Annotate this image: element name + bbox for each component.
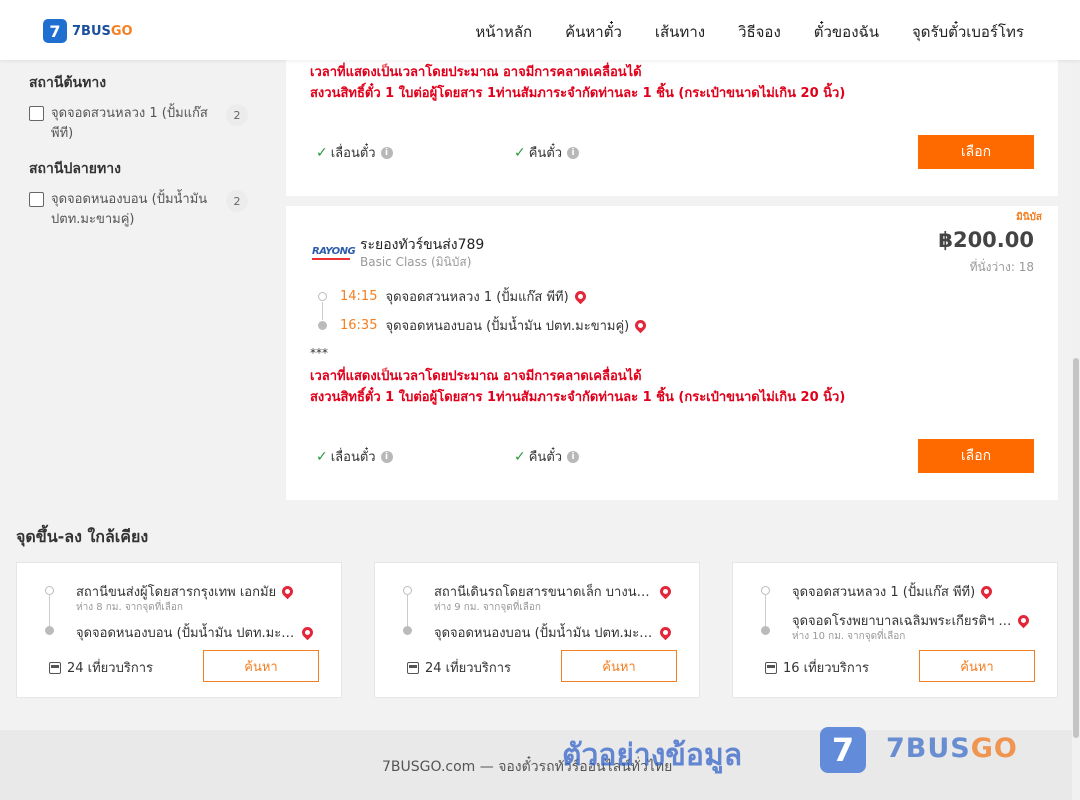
- info-icon[interactable]: i: [567, 450, 580, 463]
- map-pin-icon[interactable]: [1015, 612, 1032, 629]
- map-pin-icon[interactable]: [279, 583, 296, 600]
- route-line: [322, 302, 323, 320]
- check-icon: ✓: [514, 144, 526, 161]
- warning-luggage: สงวนสิทธิ์ตั๋ว 1 ใบต่อผู้โดยสาร 1ท่านสัม…: [310, 86, 846, 101]
- bus-type-tag: มินิบัส: [1016, 212, 1042, 223]
- nearby-distance: ห่าง 8 กม. จากจุดที่เลือก: [76, 602, 183, 613]
- trip-card: เวลาที่แสดงเป็นเวลาโดยประมาณ อาจมีการคลา…: [286, 58, 1058, 196]
- trip-price: ฿200.00: [938, 228, 1034, 252]
- feature-change-ticket: ✓ เลื่อนตั๋ว i: [316, 446, 393, 467]
- dest-filter-option[interactable]: จุดจอดหนองบอน (ปั้มน้ำมัน ปตท.มะขามคู่) …: [29, 190, 259, 230]
- nav-home[interactable]: หน้าหลัก: [475, 20, 532, 44]
- select-trip-button[interactable]: เลือก: [918, 439, 1034, 473]
- site-logo[interactable]: 7 7BUSGO: [43, 19, 133, 43]
- dest-count-badge: 2: [226, 190, 248, 212]
- nearby-trip-count: 24 เที่ยวบริการ: [407, 657, 511, 678]
- select-trip-button[interactable]: เลือก: [918, 135, 1034, 169]
- departure-dot: [318, 292, 327, 301]
- watermark-brand: 7BUSGO: [886, 733, 1018, 764]
- nearby-distance: ห่าง 9 กม. จากจุดที่เลือก: [434, 602, 541, 613]
- check-icon: ✓: [316, 144, 328, 161]
- info-icon[interactable]: i: [567, 146, 580, 159]
- info-icon[interactable]: i: [380, 146, 393, 159]
- nearby-trip-count: 24 เที่ยวบริการ: [49, 657, 153, 678]
- check-icon: ✓: [316, 448, 328, 465]
- arrival-dot: [318, 321, 327, 330]
- nearby-search-button[interactable]: ค้นหา: [919, 650, 1035, 682]
- departure-time: 14:15: [340, 289, 378, 304]
- filter-panel: สถานีต้นทาง จุดจอดสวนหลวง 1 (ปั้มแก๊ส พี…: [29, 60, 259, 230]
- warning-time: เวลาที่แสดงเป็นเวลาโดยประมาณ อาจมีการคลา…: [310, 65, 642, 80]
- map-pin-icon[interactable]: [657, 583, 674, 600]
- departure-stop: 14:15 จุดจอดสวนหลวง 1 (ปั้มแก๊ส พีที): [340, 286, 588, 307]
- nearby-distance: ห่าง 10 กม. จากจุดที่เลือก: [792, 631, 906, 642]
- map-pin-icon[interactable]: [572, 288, 588, 305]
- nearby-search-button[interactable]: ค้นหา: [203, 650, 319, 682]
- nav-search-ticket[interactable]: ค้นหาตั๋ว: [565, 20, 622, 44]
- origin-checkbox[interactable]: [29, 106, 44, 121]
- nearby-from-stop: จุดจอดสวนหลวง 1 (ปั้มแก๊ส พีที): [792, 581, 1042, 602]
- nearby-title: จุดขึ้น-ลง ใกล้เคียง: [16, 527, 149, 546]
- nearby-search-button[interactable]: ค้นหา: [561, 650, 677, 682]
- nearby-to-stop: จุดจอดโรงพยาบาลเฉลิมพระเกียรติฯ (บางนา): [792, 610, 1042, 631]
- origin-filter-option[interactable]: จุดจอดสวนหลวง 1 (ปั้มแก๊ส พีที) 2: [29, 104, 259, 144]
- nearby-trip-count: 16 เที่ยวบริการ: [765, 657, 869, 678]
- to-dot: [45, 626, 54, 635]
- info-icon[interactable]: i: [380, 450, 393, 463]
- nearby-route-card: สถานีเดินรถโดยสารขนาดเล็ก บางนา (ศูนย์กา…: [374, 562, 700, 698]
- watermark-logo-icon: 7: [820, 727, 866, 773]
- top-header: 7 7BUSGO หน้าหลัก ค้นหาตั๋ว เส้นทาง วิธี…: [0, 0, 1080, 60]
- bus-icon: [49, 661, 61, 674]
- nearby-from-stop: สถานีเดินรถโดยสารขนาดเล็ก บางนา (ศูนย์กา…: [434, 581, 684, 602]
- dest-checkbox[interactable]: [29, 192, 44, 207]
- to-dot: [403, 626, 412, 635]
- origin-count-badge: 2: [226, 104, 248, 126]
- nav-routes[interactable]: เส้นทาง: [655, 20, 705, 44]
- logo-text: 7BUSGO: [72, 23, 133, 39]
- map-pin-icon[interactable]: [299, 624, 316, 641]
- scrollbar-thumb[interactable]: [1073, 358, 1079, 738]
- nav-ticket-pickup[interactable]: จุดรับตั๋วเบอร์โทร: [912, 20, 1024, 44]
- origin-filter-title: สถานีต้นทาง: [29, 75, 107, 91]
- watermark-text: ตัวอย่างข้อมูล: [562, 738, 743, 773]
- check-icon: ✓: [514, 448, 526, 465]
- feature-refund-ticket: ✓ คืนตั๋ว i: [514, 446, 580, 467]
- bus-icon: [765, 661, 777, 674]
- warning-luggage: สงวนสิทธิ์ตั๋ว 1 ใบต่อผู้โดยสาร 1ท่านสัม…: [310, 390, 846, 405]
- arrival-time: 16:35: [340, 318, 378, 333]
- operator-logo: RAYONG: [312, 246, 356, 260]
- map-pin-icon[interactable]: [978, 583, 995, 600]
- dest-filter-title: สถานีปลายทาง: [29, 161, 121, 177]
- warning-time: เวลาที่แสดงเป็นเวลาโดยประมาณ อาจมีการคลา…: [310, 369, 642, 384]
- map-pin-icon[interactable]: [632, 317, 649, 334]
- main-nav: หน้าหลัก ค้นหาตั๋ว เส้นทาง วิธีจอง ตั๋วข…: [442, 20, 1024, 44]
- nav-my-tickets[interactable]: ตั๋วของฉัน: [814, 20, 879, 44]
- nearby-route-card: จุดจอดสวนหลวง 1 (ปั้มแก๊ส พีที) จุดจอดโร…: [732, 562, 1058, 698]
- map-pin-icon[interactable]: [657, 624, 674, 641]
- nearby-to-stop: จุดจอดหนองบอน (ปั้มน้ำมัน ปตท.มะขามคู่): [434, 622, 684, 643]
- nearby-route-card: สถานีขนส่งผู้โดยสารกรุงเทพ เอกมัย ห่าง 8…: [16, 562, 342, 698]
- trip-card: มินิบัส RAYONG ระยองทัวร์ขนส่ง789 Basic …: [286, 206, 1058, 500]
- seats-available: ที่นั่งว่าง: 18: [969, 260, 1034, 274]
- note-stars: ***: [310, 346, 328, 360]
- bus-icon: [407, 661, 419, 674]
- origin-filter-label: จุดจอดสวนหลวง 1 (ปั้มแก๊ส พีที): [51, 106, 208, 141]
- bus-class: Basic Class (มินิบัส): [360, 255, 472, 269]
- nearby-to-stop: จุดจอดหนองบอน (ปั้มน้ำมัน ปตท.มะขามคู่): [76, 622, 326, 643]
- feature-change-ticket: ✓ เลื่อนตั๋ว i: [316, 142, 393, 163]
- nearby-from-stop: สถานีขนส่งผู้โดยสารกรุงเทพ เอกมัย: [76, 581, 326, 602]
- feature-refund-ticket: ✓ คืนตั๋ว i: [514, 142, 580, 163]
- nav-how-to-book[interactable]: วิธีจอง: [738, 20, 781, 44]
- to-dot: [761, 626, 770, 635]
- arrival-stop: 16:35 จุดจอดหนองบอน (ปั้มน้ำมัน ปตท.มะขา…: [340, 315, 649, 336]
- logo-icon: 7: [43, 19, 67, 43]
- dest-filter-label: จุดจอดหนองบอน (ปั้มน้ำมัน ปตท.มะขามคู่): [51, 192, 208, 227]
